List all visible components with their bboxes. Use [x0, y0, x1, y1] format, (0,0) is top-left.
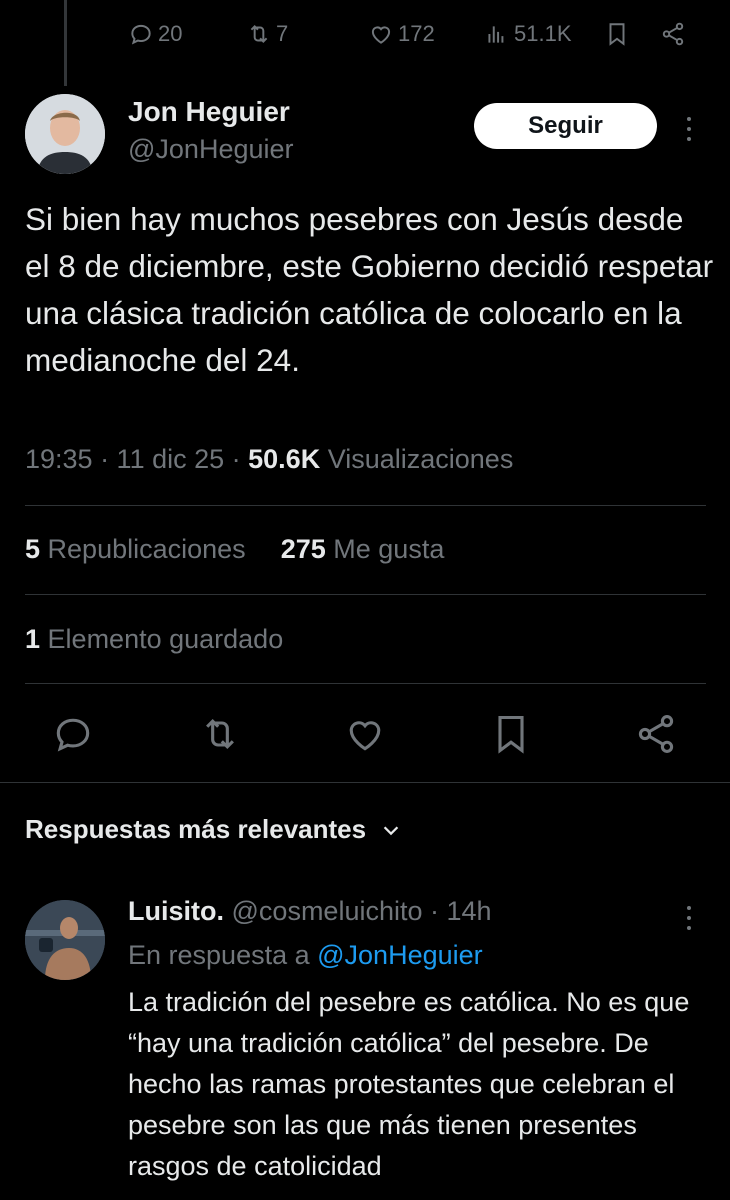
avatar-image — [25, 94, 105, 174]
author-name[interactable]: Jon Heguier — [128, 96, 290, 128]
like-button[interactable] — [343, 712, 387, 756]
more-options-icon[interactable] — [684, 117, 694, 147]
reply-author-handle[interactable]: @cosmeluichito — [232, 896, 423, 926]
saved-count: 1 — [25, 624, 41, 654]
in-reply-mention[interactable]: @JonHeguier — [317, 940, 483, 970]
engagement-stats: 5 Republicaciones 275 Me gusta — [25, 534, 444, 565]
author-handle[interactable]: @JonHeguier — [128, 134, 294, 165]
repost-button[interactable] — [198, 712, 242, 756]
reply-icon — [131, 24, 151, 45]
reply-timestamp[interactable]: 14h — [447, 896, 492, 926]
reply-button[interactable] — [51, 712, 95, 756]
share-button[interactable] — [634, 712, 678, 756]
heart-icon — [371, 26, 391, 44]
replies-sort-label: Respuestas más relevantes — [25, 814, 367, 844]
share-icon — [638, 715, 674, 753]
section-divider — [0, 782, 730, 783]
views-count: 51.1K — [514, 21, 572, 46]
share-action[interactable] — [660, 21, 686, 47]
reposts-stat[interactable]: 5 Republicaciones — [25, 534, 246, 564]
likes-count: 275 — [280, 534, 326, 564]
tweet-text: Si bien hay muchos pesebres con Jesús de… — [25, 201, 714, 378]
reposts-count: 5 — [25, 534, 41, 564]
in-reply-to: En respuesta a @JonHeguier — [128, 940, 483, 971]
views-action[interactable]: 51.1K — [484, 21, 572, 47]
author-avatar[interactable] — [25, 94, 105, 174]
replies-sort-dropdown[interactable]: Respuestas más relevantes — [25, 814, 402, 845]
divider — [25, 505, 706, 506]
repost-count: 7 — [276, 21, 289, 46]
tweet-views-count: 50.6K — [248, 444, 321, 474]
reply-more-options-icon[interactable] — [684, 906, 694, 936]
repost-icon — [250, 25, 268, 43]
thread-line — [64, 0, 67, 86]
reply-author-name[interactable]: Luisito. — [128, 896, 224, 926]
repost-icon — [206, 718, 234, 750]
likes-label: Me gusta — [333, 534, 445, 564]
reply-action[interactable]: 20 — [128, 21, 182, 47]
analytics-icon — [488, 26, 504, 43]
bookmark-button[interactable] — [489, 712, 533, 756]
follow-button[interactable]: Seguir — [474, 103, 657, 149]
like-count: 172 — [398, 21, 435, 46]
reply-author-avatar[interactable] — [25, 900, 105, 980]
like-action[interactable]: 172 — [368, 21, 435, 47]
reply-count: 20 — [158, 21, 183, 46]
divider — [25, 594, 706, 595]
reply-icon — [56, 718, 90, 752]
bookmark-icon — [609, 23, 625, 46]
repost-action[interactable]: 7 — [246, 21, 288, 47]
heart-icon — [349, 721, 381, 751]
tweet-timestamp[interactable]: 19:35 · 11 dic 25 · — [25, 444, 248, 474]
saved-label: Elemento guardado — [47, 624, 284, 654]
share-icon — [662, 22, 684, 46]
reposts-label: Republicaciones — [47, 534, 246, 564]
tweet-views-label: Visualizaciones — [320, 444, 514, 474]
reply-header: Luisito. @cosmeluichito · 14h — [128, 896, 492, 926]
tweet-metadata: 19:35 · 11 dic 25 · 50.6K Visualizacione… — [25, 444, 513, 475]
reply-text: La tradición del pesebre es católica. No… — [128, 987, 690, 1181]
previous-tweet-actions: 20 7 172 51.1K — [128, 14, 700, 54]
in-reply-prefix: En respuesta a — [128, 940, 318, 970]
bookmark-icon — [498, 715, 524, 754]
divider — [25, 683, 706, 684]
bookmark-action[interactable] — [604, 21, 630, 47]
avatar-image — [25, 900, 105, 980]
likes-stat[interactable]: 275 Me gusta — [281, 534, 445, 564]
bookmarks-stat[interactable]: 1 Elemento guardado — [25, 624, 283, 655]
chevron-down-icon — [383, 825, 399, 835]
